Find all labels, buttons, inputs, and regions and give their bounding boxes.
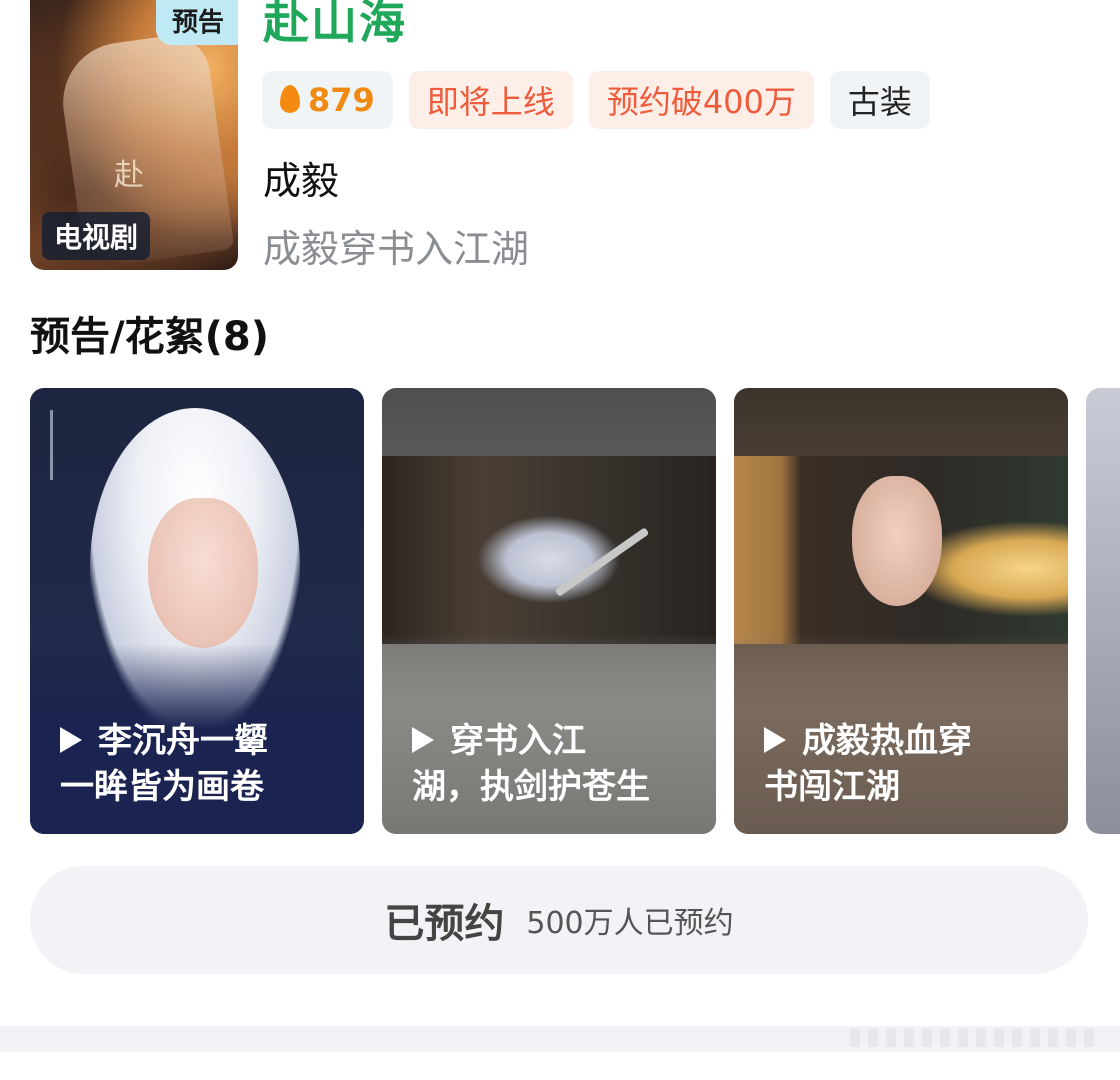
- trailer-card[interactable]: 成毅热血穿 书闯江湖: [734, 388, 1068, 834]
- caption-line-1: 李沉舟一颦: [98, 721, 268, 761]
- actor-name[interactable]: 成毅: [263, 150, 339, 205]
- section-title[interactable]: 预告/花絮(8): [30, 304, 269, 362]
- status-tag: 即将上线: [408, 71, 573, 129]
- hot-tag[interactable]: 879: [262, 71, 393, 129]
- genre-tag[interactable]: 古装: [829, 71, 930, 129]
- play-icon: [764, 726, 786, 753]
- trailer-card[interactable]: 穿书入江 湖，执剑护苍生: [382, 388, 716, 834]
- show-title[interactable]: 赴山海: [263, 0, 407, 52]
- card-thumbnail: [382, 456, 716, 644]
- play-icon: [60, 726, 82, 753]
- caption-line-2: 湖，执剑护苍生: [412, 767, 650, 807]
- caption-line-2: 一眸皆为画卷: [60, 767, 264, 807]
- type-badge: 电视剧: [42, 212, 151, 260]
- show-poster[interactable]: 赴 预告 电视剧: [30, 0, 238, 270]
- card-caption: 李沉舟一颦 一眸皆为画卷: [60, 718, 350, 810]
- card-thumbnail-face: [852, 476, 942, 606]
- poster-calligraphy-logo: 赴: [114, 158, 144, 193]
- card-caption: 成毅热血穿 书闯江湖: [764, 718, 1054, 810]
- show-description: 成毅穿书入江湖: [263, 227, 530, 271]
- flame-icon: [280, 85, 300, 113]
- trailer-card-partial[interactable]: [1086, 388, 1120, 834]
- drama-logo: [50, 410, 93, 480]
- reserve-count: 500万人已预约: [526, 906, 734, 941]
- tag-row: 879 即将上线 预约破400万 古装: [262, 71, 930, 129]
- caption-line-1: 成毅热血穿: [802, 721, 972, 761]
- card-caption: 穿书入江 湖，执剑护苍生: [412, 718, 702, 810]
- card-thumbnail-face: [148, 498, 258, 648]
- hot-value: 879: [308, 81, 375, 119]
- reservation-milestone-tag: 预约破400万: [588, 71, 814, 129]
- bottom-decoration: [850, 1029, 1100, 1047]
- trailer-badge: 预告: [155, 0, 238, 45]
- caption-line-2: 书闯江湖: [764, 767, 900, 807]
- play-icon: [412, 726, 434, 753]
- reserve-status: 已预约: [384, 901, 505, 947]
- caption-line-1: 穿书入江: [450, 721, 586, 761]
- reserve-button[interactable]: 已预约 500万人已预约: [30, 866, 1088, 974]
- trailer-carousel[interactable]: 李沉舟一颦 一眸皆为画卷 穿书入江 湖，执剑护苍生 成毅热血穿 书闯江湖: [30, 388, 1120, 834]
- trailer-card[interactable]: 李沉舟一颦 一眸皆为画卷: [30, 388, 364, 834]
